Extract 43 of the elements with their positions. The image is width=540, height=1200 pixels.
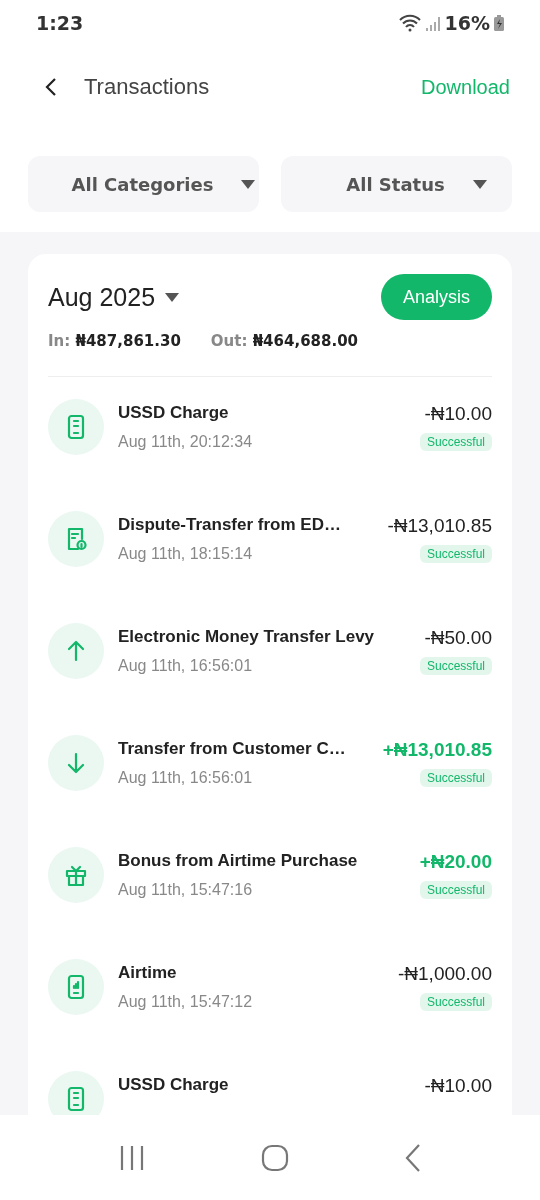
transaction-amount: +₦20.00 bbox=[419, 851, 492, 873]
transaction-date: Aug 11th, 20:12:34 bbox=[118, 433, 254, 451]
transaction-date: Aug 11th, 16:56:01 bbox=[118, 657, 254, 675]
transaction-title: Bonus from Airtime Purchase bbox=[118, 851, 359, 871]
signal-icon bbox=[424, 14, 441, 31]
transaction-amount: -₦10.00 bbox=[424, 1075, 492, 1097]
status-badge: Successful bbox=[419, 881, 492, 899]
transaction-title: USSD Charge bbox=[118, 1075, 230, 1095]
home-icon[interactable] bbox=[261, 1143, 289, 1172]
wifi-icon bbox=[398, 13, 421, 32]
transaction-amount: -₦50.00 bbox=[424, 627, 492, 649]
status-badge: Successful bbox=[419, 545, 492, 563]
transaction-amount: -₦1,000.00 bbox=[398, 963, 492, 985]
status-badge: Successful bbox=[419, 657, 492, 675]
back-nav-icon[interactable] bbox=[404, 1142, 423, 1173]
status-time: 1:23 bbox=[36, 11, 84, 34]
battery-icon bbox=[494, 14, 504, 31]
status-badge: Successful bbox=[419, 993, 492, 1011]
caret-icon bbox=[472, 179, 487, 189]
money-in-total: In: ₦487,861.30 bbox=[48, 332, 181, 350]
transaction-title: Dispute-Transfer from ED… bbox=[118, 515, 342, 535]
back-icon[interactable] bbox=[44, 77, 58, 97]
page-title: Transactions bbox=[84, 74, 211, 100]
transaction-title: Electronic Money Transfer Levy bbox=[118, 627, 376, 647]
month-selector[interactable]: Aug 2025 bbox=[48, 282, 180, 312]
transaction-title: Transfer from Customer C… bbox=[118, 739, 347, 759]
transaction-title: USSD Charge bbox=[118, 403, 230, 423]
status-badge: Successful bbox=[419, 433, 492, 451]
filter-dropdown[interactable]: All Categories bbox=[28, 156, 259, 212]
transaction-date: Aug 11th, 16:56:01 bbox=[118, 769, 254, 787]
transaction-date: Aug 11th, 18:15:14 bbox=[118, 545, 254, 563]
transaction-title: Airtime bbox=[118, 963, 178, 983]
status-badge: Successful bbox=[419, 769, 492, 787]
caret-icon bbox=[241, 179, 256, 189]
battery-percent: 16% bbox=[444, 11, 490, 34]
money-out-total: Out: ₦464,688.00 bbox=[210, 332, 359, 350]
filter-dropdown[interactable]: All Status bbox=[281, 156, 512, 212]
transaction-amount: +₦13,010.85 bbox=[382, 739, 492, 761]
transaction-date: Aug 11th, 15:47:16 bbox=[118, 881, 254, 899]
transaction-date: Aug 11th, 15:47:12 bbox=[118, 993, 254, 1011]
transaction-amount: -₦10.00 bbox=[424, 403, 492, 425]
caret-icon bbox=[165, 292, 180, 302]
transaction-amount: -₦13,010.85 bbox=[387, 515, 492, 537]
